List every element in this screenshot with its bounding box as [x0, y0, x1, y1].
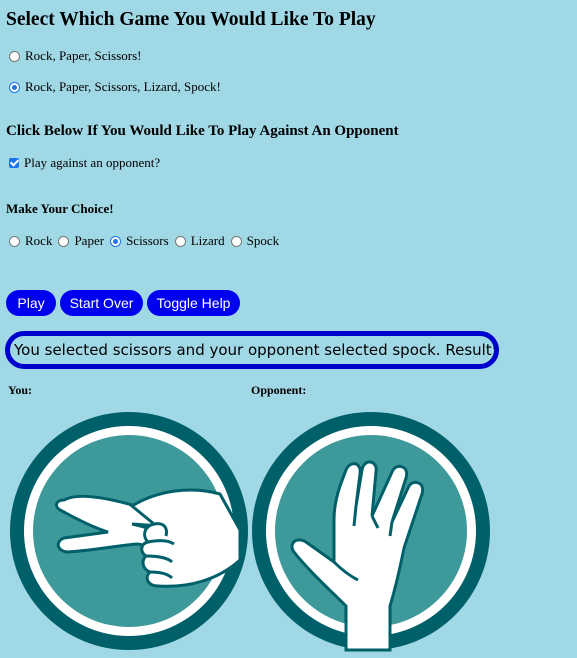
choice-paper[interactable]: Paper: [58, 233, 104, 249]
start-over-button[interactable]: Start Over: [60, 290, 143, 316]
game-select-title: Select Which Game You Would Like To Play: [6, 9, 376, 30]
choice-rock-label: Rock: [25, 233, 53, 248]
choice-paper-label: Paper: [74, 233, 105, 248]
radio-paper[interactable]: [58, 235, 70, 247]
choice-lizard-label: Lizard: [190, 233, 225, 248]
choice-scissors[interactable]: Scissors: [110, 233, 169, 249]
game-option-rpsls-label: Rock, Paper, Scissors, Lizard, Spock!: [25, 79, 221, 94]
opponent-checkbox[interactable]: [9, 158, 19, 168]
opponent-title: Click Below If You Would Like To Play Ag…: [6, 123, 399, 139]
scissors-hand-icon: [10, 412, 248, 650]
toggle-help-button[interactable]: Toggle Help: [147, 290, 240, 316]
choice-options: Rock Paper Scissors Lizard Spock: [9, 233, 285, 249]
opponent-label: Opponent:: [251, 383, 307, 397]
radio-spock[interactable]: [230, 235, 242, 247]
choice-rock[interactable]: Rock: [9, 233, 52, 249]
result-message: You selected scissors and your opponent …: [5, 331, 499, 369]
spock-hand-icon: [252, 412, 490, 652]
you-label: You:: [8, 383, 33, 397]
game-option-rpsls[interactable]: Rock, Paper, Scissors, Lizard, Spock!: [9, 79, 221, 95]
radio-scissors[interactable]: [110, 235, 122, 247]
game-page: Select Which Game You Would Like To Play…: [0, 0, 577, 658]
radio-lizard[interactable]: [174, 235, 186, 247]
game-option-rps-label: Rock, Paper, Scissors!: [25, 48, 142, 63]
choice-spock[interactable]: Spock: [230, 233, 280, 249]
choice-spock-label: Spock: [246, 233, 280, 248]
radio-rpsls[interactable]: [9, 81, 20, 93]
choice-scissors-label: Scissors: [126, 233, 169, 248]
game-option-rps[interactable]: Rock, Paper, Scissors!: [9, 48, 141, 64]
choice-lizard[interactable]: Lizard: [174, 233, 225, 249]
radio-rock[interactable]: [9, 235, 20, 247]
choice-title: Make Your Choice!: [6, 201, 114, 216]
opponent-option[interactable]: Play against an opponent?: [9, 155, 160, 171]
radio-rps[interactable]: [9, 50, 20, 62]
opponent-checkbox-label: Play against an opponent?: [24, 155, 161, 170]
play-button[interactable]: Play: [6, 290, 56, 316]
